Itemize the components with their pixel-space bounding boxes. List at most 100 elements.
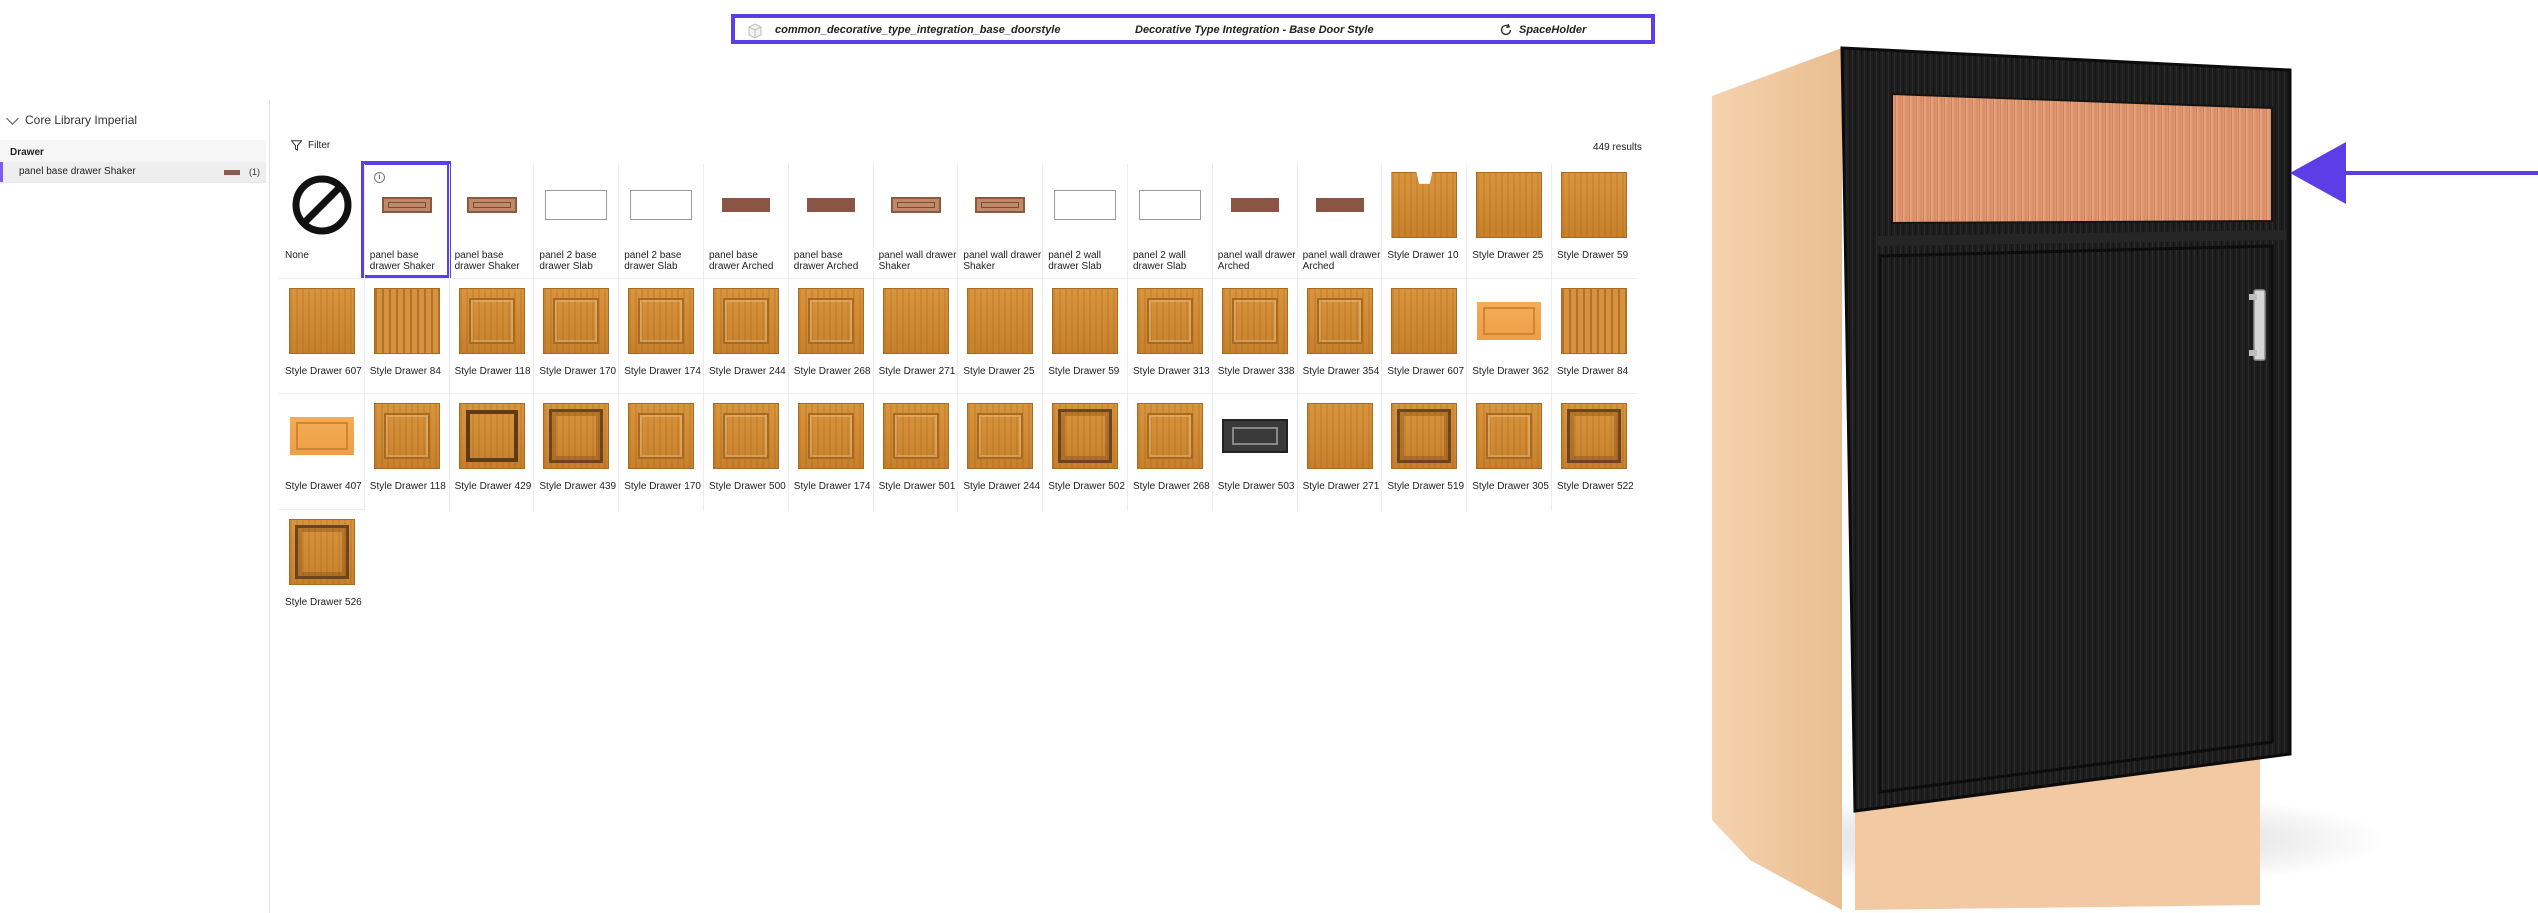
style-label: Style Drawer 84 [1557,365,1629,377]
style-tile[interactable]: Style Drawer 305 [1466,395,1550,507]
selected-style-label: panel base drawer Shaker [19,166,136,177]
style-label: panel base drawer Arched [793,250,859,272]
style-label: Style Drawer 338 [1217,365,1295,377]
style-tile[interactable]: panel wall drawer Arched [1297,164,1381,276]
style-tile[interactable]: panel wall drawer Arched [1212,164,1296,276]
style-tile[interactable]: Style Drawer 362 [1466,280,1550,392]
style-thumbnail [1391,172,1458,238]
style-label: Style Drawer 170 [539,365,617,377]
style-tile[interactable]: Style Drawer 84 [1551,280,1635,392]
style-swatch-image [1561,403,1627,469]
style-swatch-image [1391,403,1458,469]
style-tile[interactable]: Style Drawer 118 [449,280,533,392]
style-thumbnail [1391,287,1458,354]
grid-divider [703,164,704,511]
style-tile[interactable]: panel 2 base drawer Slab [533,164,617,276]
style-tile[interactable]: Style Drawer 502 [1042,395,1126,507]
style-tile[interactable]: Style Drawer 526 [279,511,363,623]
style-thumbnail [1052,172,1118,238]
style-label: panel 2 wall drawer Slab [1048,250,1102,272]
style-thumbnail [289,172,355,238]
style-thumbnail [543,287,610,354]
style-tile[interactable]: panel base drawer Arched [703,164,787,276]
style-tile[interactable]: Style Drawer 170 [618,395,702,507]
style-label: Style Drawer 607 [285,365,362,377]
style-tile[interactable]: Style Drawer 429 [449,395,533,507]
grid-divider [618,164,620,511]
style-tile[interactable]: None [279,164,363,276]
placeholder-name[interactable]: SpaceHolder [1519,24,1586,36]
style-tile[interactable]: Style Drawer 25 [957,280,1041,392]
refresh-icon[interactable] [1499,23,1513,37]
style-tile[interactable]: Style Drawer 501 [873,395,957,507]
grid-divider [279,277,1636,279]
style-tile[interactable]: Style Drawer 354 [1297,280,1381,392]
style-tile[interactable]: Style Drawer 118 [364,395,448,507]
style-label: Style Drawer 59 [1557,250,1629,261]
pointer-arrow-icon [2290,142,2538,204]
drawer-front [1891,92,2273,225]
style-tile[interactable]: panel 2 base drawer Slab [618,164,702,276]
style-thumbnail [1222,172,1288,238]
style-tile[interactable]: Style Drawer 170 [533,280,617,392]
library-header[interactable]: Core Library Imperial [6,111,137,128]
style-tile[interactable]: Style Drawer 439 [533,395,617,507]
style-tile[interactable]: Style Drawer 607 [1381,280,1465,392]
style-tile[interactable]: Style Drawer 607 [279,280,363,392]
style-tile[interactable]: Style Drawer 268 [1127,395,1211,507]
style-label: panel wall drawer Arched [1217,250,1296,272]
style-tile[interactable]: Style Drawer 313 [1127,280,1211,392]
style-tile[interactable]: Style Drawer 84 [364,280,448,392]
filter-button[interactable]: Filter [291,140,330,151]
style-tile[interactable]: Style Drawer 59 [1551,164,1635,276]
style-tile[interactable]: Style Drawer 244 [703,280,787,392]
style-tile[interactable]: panel wall drawer Shaker [873,164,957,276]
style-tile[interactable]: panel 2 wall drawer Slab [1042,164,1126,276]
style-tile[interactable]: Style Drawer 174 [788,395,872,507]
style-swatch-image [967,287,1034,354]
style-swatch-image [545,190,608,220]
style-tile[interactable]: Style Drawer 407 [279,395,363,507]
style-tile[interactable]: Style Drawer 522 [1551,395,1635,507]
style-tile[interactable]: Style Drawer 174 [618,280,702,392]
style-tile[interactable]: Style Drawer 271 [1297,395,1381,507]
style-tile[interactable]: panel base drawer Arched [788,164,872,276]
style-swatch-image [1306,287,1373,354]
style-tile[interactable]: panel wall drawer Shaker [957,164,1041,276]
style-thumbnail [1476,403,1543,469]
style-tile[interactable]: Style Drawer 25 [1466,164,1550,276]
style-thumbnail [1561,287,1627,354]
style-tile[interactable]: Style Drawer 338 [1212,280,1296,392]
style-tile[interactable]: Style Drawer 10 [1381,164,1465,276]
style-tile[interactable]: Style Drawer 500 [703,395,787,507]
grid-divider [363,164,365,511]
style-description: Decorative Type Integration - Base Door … [1135,24,1374,36]
style-tile[interactable]: Style Drawer 59 [1042,280,1126,392]
style-thumbnail [459,172,525,238]
style-tile[interactable]: Style Drawer 271 [873,280,957,392]
style-tile[interactable]: Style Drawer 268 [788,280,872,392]
style-label: panel wall drawer Shaker [963,250,1042,272]
info-icon[interactable]: i [373,172,385,183]
style-tile[interactable]: panel base drawer Shaker [449,164,533,276]
style-thumbnail [628,287,695,354]
style-swatch-image [722,198,770,212]
grid-divider [1042,164,1044,511]
selected-style-item[interactable]: panel base drawer Shaker (1) [0,162,266,182]
style-thumbnail [543,172,609,238]
style-tile[interactable]: Style Drawer 244 [957,395,1041,507]
style-swatch-image [1221,287,1288,354]
style-label: Style Drawer 268 [1133,481,1210,492]
style-thumbnail [289,518,355,585]
style-tile[interactable]: Style Drawer 519 [1381,395,1465,507]
style-label: Style Drawer 244 [963,481,1041,492]
style-tile[interactable]: Style Drawer 503 [1212,395,1296,507]
style-thumbnail [1391,403,1458,469]
style-tile[interactable]: i panel base drawer Shaker [360,161,451,279]
context-bar: common_decorative_type_integration_base_… [731,14,1655,44]
style-swatch-image [543,403,610,469]
style-tile[interactable]: panel 2 wall drawer Slab [1127,164,1211,276]
style-label: panel wall drawer Shaker [878,250,957,272]
style-label: Style Drawer 407 [285,481,362,492]
filter-label: Filter [308,140,331,151]
